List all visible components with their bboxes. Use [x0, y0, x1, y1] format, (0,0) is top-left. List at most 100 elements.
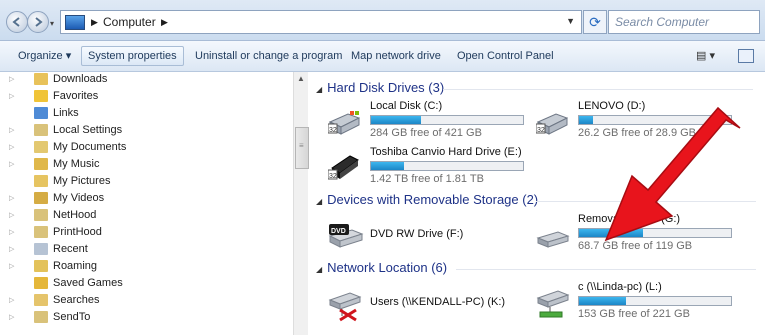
links-folder-icon: [34, 107, 48, 119]
drive-g[interactable]: Removable Disk (G:) 68.7 GB free of 119 …: [536, 212, 736, 256]
nav-item-label: Links: [53, 107, 79, 119]
drive-d[interactable]: 32 LENOVO (D:) 26.2 GB free of 28.9 GB: [536, 100, 736, 140]
folder-icon: [34, 73, 48, 85]
group-header-network[interactable]: ◢ Network Location (6): [316, 260, 447, 278]
preview-pane-icon[interactable]: [738, 49, 754, 63]
computer-icon: [65, 15, 85, 30]
search-placeholder: Search Computer: [615, 15, 710, 29]
nav-item-label: SendTo: [53, 311, 91, 323]
expand-icon[interactable]: ▷: [9, 75, 14, 83]
drive-free-space: 284 GB free of 421 GB: [370, 127, 482, 139]
drive-l[interactable]: c (\\Linda-pc) (L:) 153 GB free of 221 G…: [536, 280, 736, 324]
expand-icon[interactable]: ▷: [9, 143, 14, 151]
expand-icon[interactable]: ▷: [9, 262, 14, 270]
drive-name: DVD RW Drive (F:): [370, 228, 464, 240]
hard-drive-icon: 32: [536, 113, 568, 135]
group-header-removable[interactable]: ◢ Devices with Removable Storage (2): [316, 192, 538, 210]
open-control-panel-button[interactable]: Open Control Panel: [457, 47, 554, 65]
removable-disk-icon: [536, 231, 570, 248]
drive-usage-bar: [578, 228, 732, 238]
pictures-folder-icon: [34, 175, 48, 187]
search-input[interactable]: Search Computer: [608, 10, 760, 34]
dvd-drive-icon: DVD: [328, 224, 364, 248]
drive-free-space: 68.7 GB free of 119 GB: [578, 240, 693, 252]
shortcut-folder-icon: [34, 226, 48, 238]
breadcrumb-separator-icon[interactable]: ▶: [91, 17, 98, 28]
system-properties-button[interactable]: System properties: [81, 46, 184, 66]
nav-item-label: Local Settings: [53, 124, 123, 136]
drive-name: c (\\Linda-pc) (L:): [578, 281, 662, 293]
command-bar: Organize ▾ System properties Uninstall o…: [0, 41, 765, 72]
folder-icon: [34, 260, 48, 272]
drive-name: Local Disk (C:): [370, 100, 443, 112]
drive-name: Removable Disk (G:): [578, 213, 681, 225]
expand-icon[interactable]: ▷: [9, 228, 14, 236]
drive-f[interactable]: DVD DVD RW Drive (F:): [328, 218, 528, 258]
expand-icon[interactable]: ▷: [9, 313, 14, 321]
expand-icon[interactable]: ▷: [9, 126, 14, 134]
address-bar-region: ▾ ▶ Computer ▶ ▼ ⟳ Search Computer: [0, 0, 765, 41]
content-pane: ◢ Hard Disk Drives (3) 32 Local Disk (C:)…: [308, 72, 765, 335]
group-header-hdd[interactable]: ◢ Hard Disk Drives (3): [316, 80, 444, 98]
map-network-drive-button[interactable]: Map network drive: [351, 47, 441, 65]
searches-folder-icon: [34, 294, 48, 306]
drive-free-space: 1.42 TB free of 1.81 TB: [370, 173, 484, 185]
star-folder-icon: [34, 90, 48, 102]
shortcut-folder-icon: [34, 311, 48, 323]
saved-games-folder-icon: [34, 277, 48, 289]
svg-text:32: 32: [329, 173, 337, 180]
nav-scrollbar[interactable]: ▲ ≡: [293, 72, 309, 335]
nav-item-label: My Videos: [53, 192, 105, 204]
shortcut-folder-icon: [34, 124, 48, 136]
group-title: Hard Disk Drives (3): [327, 80, 445, 95]
back-button[interactable]: [6, 11, 28, 33]
address-input[interactable]: ▶ Computer ▶ ▼: [60, 10, 582, 34]
nav-item-label: Recent: [53, 243, 88, 255]
group-title: Devices with Removable Storage (2): [327, 192, 539, 207]
drive-k[interactable]: Users (\\KENDALL-PC) (K:): [328, 286, 528, 326]
recent-pages-dropdown[interactable]: ▾: [50, 19, 54, 28]
uninstall-program-button[interactable]: Uninstall or change a program: [195, 47, 342, 65]
breadcrumb-computer[interactable]: Computer: [103, 15, 156, 29]
nav-item-label: NetHood: [53, 209, 97, 221]
windows-hard-drive-icon: 32: [328, 111, 360, 135]
change-view-button[interactable]: ▤ ▾: [696, 49, 715, 62]
disconnected-network-drive-icon: [328, 292, 362, 322]
scrollbar-thumb[interactable]: ≡: [295, 127, 309, 169]
drive-name: Toshiba Canvio Hard Drive (E:): [370, 146, 522, 158]
folder-icon: [34, 141, 48, 153]
drive-usage-bar: [370, 161, 524, 171]
organize-button[interactable]: Organize ▾: [18, 47, 71, 65]
music-folder-icon: [34, 158, 48, 170]
shortcut-folder-icon: [34, 209, 48, 221]
forward-button[interactable]: [27, 11, 49, 33]
drive-usage-bar: [578, 296, 732, 306]
nav-item-label: Downloads: [53, 73, 108, 85]
breadcrumb-separator-icon[interactable]: ▶: [161, 17, 168, 28]
collapse-icon[interactable]: ◢: [316, 265, 322, 274]
group-divider: [536, 192, 756, 210]
back-arrow-icon: [12, 17, 20, 27]
expand-icon[interactable]: ▷: [9, 211, 14, 219]
group-divider: [443, 80, 753, 98]
collapse-icon[interactable]: ◢: [316, 85, 322, 94]
drive-usage-bar: [578, 115, 732, 125]
expand-icon[interactable]: ▷: [9, 92, 14, 100]
drive-free-space: 153 GB free of 221 GB: [578, 308, 690, 320]
collapse-icon[interactable]: ◢: [316, 197, 322, 206]
svg-text:32: 32: [329, 127, 337, 134]
group-title: Network Location (6): [327, 260, 448, 275]
drive-e[interactable]: 32 Toshiba Canvio Hard Drive (E:) 1.42 T…: [328, 146, 558, 186]
drive-c[interactable]: 32 Local Disk (C:) 284 GB free of 421 GB: [328, 100, 558, 140]
refresh-button[interactable]: ⟳: [583, 10, 607, 34]
scroll-up-icon[interactable]: ▲: [297, 74, 305, 83]
expand-icon[interactable]: ▷: [9, 296, 14, 304]
expand-icon[interactable]: ▷: [9, 160, 14, 168]
navigation-pane: ▷ Downloads ▷ Favorites Links ▷ Local Setti…: [0, 72, 298, 335]
expand-icon[interactable]: ▷: [9, 245, 14, 253]
nav-item-label: My Music: [53, 158, 100, 170]
expand-icon[interactable]: ▷: [9, 194, 14, 202]
videos-folder-icon: [34, 192, 48, 204]
nav-item-label: Saved Games: [53, 277, 123, 289]
address-dropdown-icon[interactable]: ▼: [566, 16, 575, 26]
